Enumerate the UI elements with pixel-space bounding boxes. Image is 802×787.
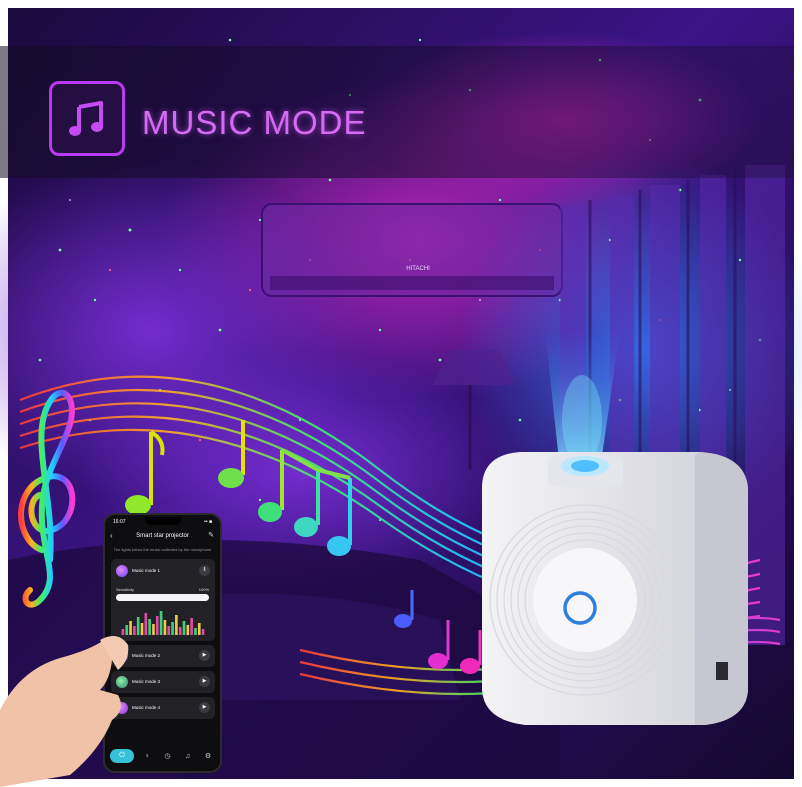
mode-label: Music mode 3	[132, 679, 161, 684]
hand	[0, 600, 129, 787]
mode-label: Music mode 4	[132, 705, 161, 710]
music-icon[interactable]: ♫	[181, 749, 195, 763]
play-button[interactable]: ▶	[199, 702, 210, 713]
mode-label: Music mode 2	[132, 653, 161, 658]
product-scene: HITACHI MUSIC MODE 16:07 •• ■ ‹ Smart st…	[0, 0, 802, 787]
play-button[interactable]: ▶	[199, 676, 210, 687]
equalizer-bar	[140, 623, 144, 635]
equalizer-bar	[155, 616, 159, 635]
equalizer-bar	[171, 622, 174, 635]
equalizer-bar	[163, 620, 167, 635]
app-title: Smart star projector	[136, 533, 189, 539]
equalizer-bar	[159, 611, 163, 635]
status-indicators: •• ■	[204, 519, 212, 525]
settings-icon[interactable]: ⚙	[201, 749, 215, 763]
svg-text:HITACHI: HITACHI	[406, 266, 430, 272]
mode-disc-icon	[116, 565, 128, 577]
equalizer-bar	[136, 617, 140, 635]
sensitivity-value: 100%	[198, 587, 209, 592]
equalizer-bar	[201, 629, 205, 635]
music-mode-title: MUSIC MODE	[142, 104, 367, 141]
equalizer-visual	[121, 611, 205, 635]
status-time: 16:07	[113, 519, 126, 525]
equalizer-bar	[186, 625, 190, 635]
phone-notch	[145, 517, 181, 525]
sensitivity-label: Sensitivity	[116, 587, 135, 592]
equalizer-bar	[194, 628, 197, 635]
equalizer-bar	[148, 619, 151, 635]
pause-button[interactable]: ‖	[199, 565, 210, 576]
equalizer-bar	[152, 624, 155, 635]
equalizer-bar	[175, 615, 178, 635]
music-note-icon	[49, 81, 125, 156]
bulb-icon[interactable]: ♀	[140, 749, 154, 763]
equalizer-bar	[178, 627, 182, 635]
mode-label: Music mode 1	[132, 568, 161, 573]
timer-icon[interactable]: ◷	[161, 749, 175, 763]
equalizer-bar	[144, 613, 148, 635]
equalizer-bar	[182, 621, 186, 635]
equalizer-bar	[133, 626, 136, 635]
equalizer-bar	[167, 626, 171, 635]
edit-icon[interactable]: ✎	[208, 531, 214, 539]
play-button[interactable]: ▶	[199, 650, 210, 661]
equalizer-bar	[190, 618, 193, 635]
app-subtitle: The lights follow the music collected by…	[113, 547, 212, 552]
equalizer-bar	[197, 623, 201, 635]
